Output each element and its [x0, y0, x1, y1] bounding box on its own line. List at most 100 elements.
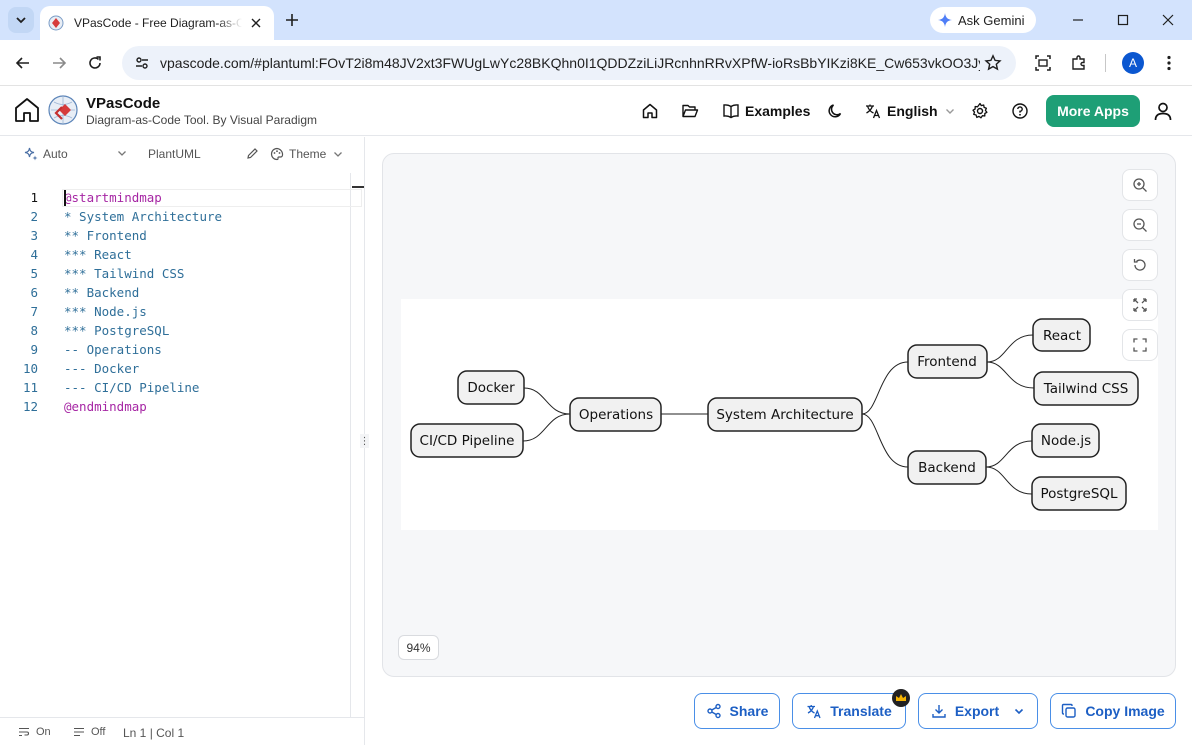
tab-search-button[interactable] — [8, 7, 34, 33]
wrap-lines-icon — [19, 727, 29, 737]
minimize-button[interactable] — [1063, 8, 1093, 32]
premium-crown-icon — [892, 689, 910, 707]
code-line[interactable]: --- Docker — [64, 359, 139, 378]
drag-handle-icon[interactable]: ⋮ — [360, 434, 370, 448]
address-bar[interactable]: vpascode.com/#plantuml:FOvT2i8m48JV2xt3F… — [122, 46, 1016, 80]
palette-icon — [270, 147, 284, 161]
open-folder-button[interactable] — [681, 101, 699, 121]
diagram-language-selector[interactable]: PlantUML — [148, 147, 201, 161]
code-line-text: ** Frontend — [64, 228, 147, 243]
copy-image-label: Copy Image — [1085, 703, 1165, 719]
maximize-button[interactable] — [1108, 8, 1138, 32]
code-line[interactable]: --- CI/CD Pipeline — [64, 378, 199, 397]
editor-scroll-marker[interactable] — [352, 186, 364, 188]
node-frontend-label: Frontend — [917, 354, 977, 370]
browser-menu-button[interactable] — [1157, 51, 1181, 75]
code-line[interactable]: * System Architecture — [64, 207, 222, 226]
reload-button[interactable] — [83, 51, 107, 75]
code-line[interactable]: @endmindmap — [64, 397, 147, 416]
mindmap-diagram[interactable]: System Architecture Frontend React Tailw… — [401, 299, 1158, 530]
nav-home-button[interactable] — [641, 101, 659, 121]
browser-tab-active[interactable]: VPasCode - Free Diagram-as-Code — [40, 6, 274, 40]
reset-view-button[interactable] — [1122, 249, 1158, 281]
code-editor[interactable]: 1 2 3 4 5 6 7 8 9 10 11 12 @startmindmap… — [0, 173, 364, 717]
chevron-down-icon — [945, 109, 954, 114]
code-line[interactable]: *** Tailwind CSS — [64, 264, 184, 283]
language-label: English — [887, 103, 938, 119]
editor-scrollbar-track — [350, 173, 351, 717]
node-cicd-label: CI/CD Pipeline — [420, 433, 515, 449]
zoom-in-icon — [1133, 178, 1147, 192]
dark-mode-toggle[interactable] — [826, 101, 844, 121]
rotate-ccw-icon — [1133, 259, 1146, 271]
url-text: vpascode.com/#plantuml:FOvT2i8m48JV2xt3F… — [160, 55, 980, 71]
code-line[interactable]: *** PostgreSQL — [64, 321, 169, 340]
code-line[interactable]: @startmindmap — [64, 188, 162, 207]
code-line-text: -- Operations — [64, 342, 162, 357]
brand-name: VPasCode — [86, 95, 161, 112]
new-tab-button[interactable] — [282, 10, 302, 30]
zoom-out-button[interactable] — [1122, 209, 1158, 241]
code-line-text: @endmindmap — [64, 399, 147, 414]
tab-close-icon[interactable] — [248, 15, 264, 31]
help-button[interactable] — [1011, 101, 1029, 121]
maximize-icon — [1117, 14, 1129, 26]
profile-avatar[interactable]: A — [1122, 52, 1144, 74]
cursor-position: Ln 1 | Col 1 — [123, 726, 185, 740]
home-icon[interactable] — [12, 95, 42, 125]
site-settings-icon[interactable] — [134, 55, 150, 71]
forward-button[interactable] — [47, 51, 71, 75]
extensions-button[interactable] — [1067, 51, 1091, 75]
puzzle-icon — [1072, 55, 1085, 70]
arrow-left-icon — [15, 57, 29, 69]
translate-icon — [866, 104, 881, 119]
more-apps-button[interactable]: More Apps — [1046, 95, 1140, 127]
examples-button[interactable]: Examples — [722, 101, 810, 121]
close-icon — [1162, 14, 1174, 26]
auto-mode-dropdown[interactable] — [116, 147, 128, 159]
fullscreen-button[interactable] — [1122, 329, 1158, 361]
code-line[interactable]: ** Backend — [64, 283, 139, 302]
code-line-text: --- Docker — [64, 361, 140, 376]
help-circle-icon — [1012, 103, 1028, 119]
reload-icon — [89, 56, 101, 69]
text-cursor — [64, 190, 66, 206]
minimap-toggle[interactable]: Off — [73, 726, 105, 738]
back-button[interactable] — [11, 51, 35, 75]
screenshot-button[interactable] — [1031, 51, 1055, 75]
bookmark-star-icon[interactable] — [984, 54, 1002, 77]
vpascode-logo-icon[interactable] — [48, 95, 78, 125]
line-number: 4 — [30, 247, 38, 262]
edge-operations-cicd — [522, 413, 571, 442]
code-line[interactable]: ** Frontend — [64, 226, 147, 245]
zoom-level: 94% — [398, 635, 439, 660]
auto-mode-selector[interactable]: Auto — [24, 147, 68, 161]
zoom-out-icon — [1133, 218, 1147, 232]
word-wrap-toggle[interactable]: On — [18, 726, 51, 738]
user-icon[interactable] — [1152, 100, 1174, 122]
code-line[interactable]: *** Node.js — [64, 302, 147, 321]
ask-gemini-button[interactable]: Ask Gemini — [930, 7, 1036, 33]
node-backend-label: Backend — [918, 460, 976, 476]
export-button[interactable]: Export — [918, 693, 1038, 729]
code-line[interactable]: -- Operations — [64, 340, 162, 359]
close-window-button[interactable] — [1153, 8, 1183, 32]
share-button[interactable]: Share — [694, 693, 780, 729]
gemini-sparkle-icon — [938, 13, 952, 27]
line-number: 12 — [22, 399, 38, 414]
settings-button[interactable] — [971, 101, 989, 121]
language-selector[interactable]: English — [864, 101, 956, 121]
translate-button[interactable]: Translate — [792, 693, 906, 729]
code-line-text: @startmindmap — [64, 190, 162, 205]
fullscreen-icon — [1133, 338, 1147, 352]
mindmap-svg: System Architecture Frontend React Tailw… — [410, 318, 1139, 511]
edit-button[interactable] — [246, 147, 259, 160]
editor-statusbar: On Off Ln 1 | Col 1 — [0, 717, 364, 745]
code-line[interactable]: *** React — [64, 245, 132, 264]
zoom-in-button[interactable] — [1122, 169, 1158, 201]
fit-to-screen-button[interactable] — [1122, 289, 1158, 321]
chevron-down-icon — [1015, 708, 1024, 715]
line-number: 3 — [30, 228, 38, 243]
theme-selector[interactable]: Theme — [270, 147, 344, 161]
copy-image-button[interactable]: Copy Image — [1050, 693, 1176, 729]
